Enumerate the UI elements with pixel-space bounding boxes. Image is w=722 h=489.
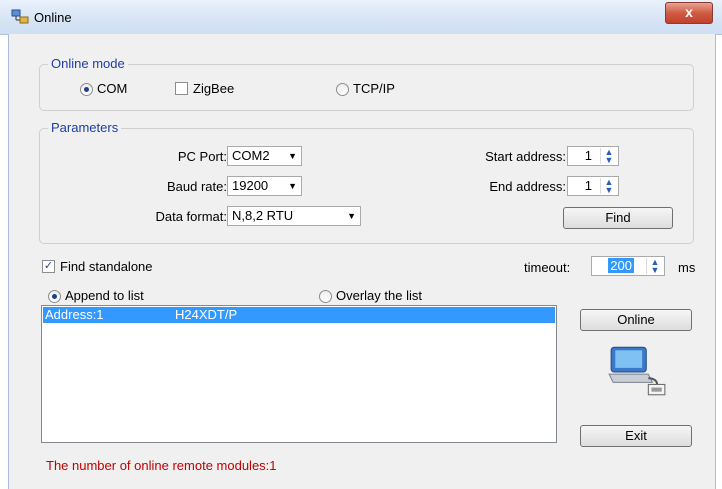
- computer-connection-icon: [608, 346, 666, 396]
- online-button[interactable]: Online: [580, 309, 692, 331]
- list-item-module: H24XDT/P: [175, 307, 238, 322]
- start-address-spinner[interactable]: 1 ▲ ▼: [567, 146, 619, 166]
- window-title: Online: [34, 10, 72, 25]
- baud-rate-value: 19200: [232, 178, 269, 193]
- com-label[interactable]: COM: [97, 81, 127, 96]
- list-item[interactable]: Address:1 H24XDT/P: [43, 307, 555, 323]
- list-item-address: Address:1: [45, 307, 104, 322]
- overlay-list-radio[interactable]: [319, 290, 332, 303]
- spinner-arrows-icon[interactable]: ▲ ▼: [646, 258, 663, 275]
- end-address-label: End address:: [489, 179, 566, 194]
- results-list[interactable]: Address:1 H24XDT/P: [41, 305, 557, 443]
- pc-port-select[interactable]: COM2 ▼: [227, 146, 302, 166]
- zigbee-checkbox[interactable]: [175, 82, 188, 95]
- timeout-value[interactable]: 200: [608, 258, 634, 273]
- pc-port-value: COM2: [232, 148, 270, 163]
- exit-button[interactable]: Exit: [580, 425, 692, 447]
- com-radio[interactable]: [80, 83, 93, 96]
- title-bar[interactable]: Online x: [0, 0, 722, 35]
- parameters-legend: Parameters: [48, 120, 122, 135]
- zigbee-label[interactable]: ZigBee: [193, 81, 234, 96]
- data-format-label: Data format:: [155, 209, 227, 224]
- status-text: The number of online remote modules:1: [46, 458, 277, 473]
- spinner-arrows-icon[interactable]: ▲ ▼: [600, 178, 617, 195]
- baud-rate-label: Baud rate:: [167, 179, 227, 194]
- overlay-list-label[interactable]: Overlay the list: [336, 288, 422, 303]
- end-address-value: 1: [584, 178, 592, 193]
- pc-port-label: PC Port:: [177, 149, 227, 164]
- find-standalone-label[interactable]: Find standalone: [60, 259, 153, 274]
- append-to-list-radio[interactable]: [48, 290, 61, 303]
- chevron-down-icon: ▼: [288, 181, 297, 191]
- chevron-down-icon: ▼: [347, 211, 356, 221]
- timeout-label: timeout:: [524, 260, 571, 275]
- baud-rate-select[interactable]: 19200 ▼: [227, 176, 302, 196]
- data-format-value: N,8,2 RTU: [232, 208, 294, 223]
- spinner-arrows-icon[interactable]: ▲ ▼: [600, 148, 617, 165]
- start-address-value: 1: [584, 148, 592, 163]
- network-computers-icon: [11, 9, 29, 24]
- append-to-list-label[interactable]: Append to list: [65, 288, 144, 303]
- find-button[interactable]: Find: [563, 207, 673, 229]
- end-address-spinner[interactable]: 1 ▲ ▼: [567, 176, 619, 196]
- timeout-spinner[interactable]: 200 ▲ ▼: [591, 256, 665, 276]
- close-button[interactable]: x: [665, 2, 713, 24]
- timeout-unit: ms: [678, 260, 696, 275]
- data-format-select[interactable]: N,8,2 RTU ▼: [227, 206, 361, 226]
- online-mode-legend: Online mode: [48, 56, 128, 71]
- chevron-down-icon: ▼: [288, 151, 297, 161]
- dialog-body: Online mode COM ZigBee TCP/IP Parameters…: [8, 34, 716, 489]
- start-address-label: Start address:: [485, 149, 566, 164]
- tcpip-radio[interactable]: [336, 83, 349, 96]
- parameters-group: Parameters PC Port: COM2 ▼ Baud rate: 19…: [39, 120, 694, 244]
- find-standalone-checkbox[interactable]: ✓: [42, 260, 55, 273]
- online-mode-group: Online mode COM ZigBee TCP/IP: [39, 56, 694, 111]
- tcpip-label[interactable]: TCP/IP: [353, 81, 395, 96]
